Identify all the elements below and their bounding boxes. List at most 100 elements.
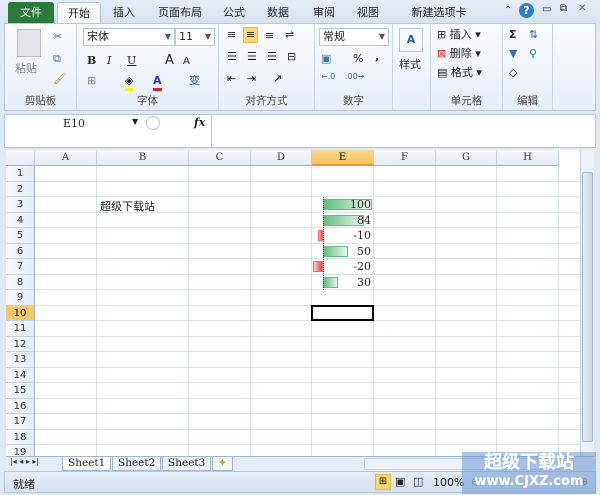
align-left-icon[interactable]: ☰	[227, 50, 237, 64]
name-box-dropdown-icon[interactable]: ▼	[132, 117, 138, 126]
increase-indent-icon[interactable]: ⇥	[247, 72, 256, 86]
row-header-6[interactable]: 6	[6, 243, 35, 259]
vertical-scrollbar[interactable]	[580, 150, 594, 456]
cell-E7[interactable]: -20	[313, 260, 371, 273]
phonetic-icon[interactable]: 变	[189, 74, 200, 88]
column-header-D[interactable]: D	[251, 150, 312, 166]
number-format-select[interactable]: 常规 ▼	[319, 28, 389, 46]
row-header-19[interactable]: 19	[6, 445, 35, 456]
restore-icon[interactable]: ⧉	[560, 3, 567, 14]
minimize-icon[interactable]: ▭	[542, 4, 551, 15]
increase-decimal-icon[interactable]: ←.0	[321, 70, 335, 84]
tab-review[interactable]: 审阅	[306, 2, 342, 24]
row-header-3[interactable]: 3	[6, 197, 35, 213]
row-header-10[interactable]: 10	[6, 305, 35, 321]
name-box[interactable]: E10	[4, 115, 144, 133]
underline-button[interactable]: U	[127, 54, 136, 68]
styles-button[interactable]: 样式	[399, 58, 421, 72]
column-header-B[interactable]: B	[97, 150, 189, 166]
cell-E6[interactable]: 50	[313, 245, 371, 258]
minimize-ribbon-icon[interactable]: ⌃	[504, 5, 512, 16]
formula-input[interactable]	[215, 117, 585, 145]
cell-E4[interactable]: 84	[313, 214, 371, 227]
row-header-11[interactable]: 11	[6, 321, 35, 337]
find-icon[interactable]: ⚲	[529, 47, 537, 61]
row-header-17[interactable]: 17	[6, 414, 35, 430]
wrap-text-icon[interactable]: ⇌	[285, 28, 294, 42]
align-right-icon[interactable]: ☰	[267, 50, 277, 64]
fill-icon[interactable]: ▼	[509, 47, 517, 61]
column-header-A[interactable]: A	[35, 150, 97, 166]
row-header-1[interactable]: 1	[6, 166, 35, 182]
column-header-F[interactable]: F	[374, 150, 436, 166]
sheet-tab-sheet3[interactable]: Sheet3	[162, 457, 212, 471]
tab-view[interactable]: 视图	[350, 2, 386, 24]
insert-cells-button[interactable]: ⊞ 插入 ▾	[437, 28, 481, 42]
format-painter-icon[interactable]: 🖌	[53, 72, 67, 86]
cell-E8[interactable]: 30	[313, 276, 371, 289]
sheet-tab-sheet2[interactable]: Sheet2	[112, 457, 162, 471]
italic-button[interactable]: I	[107, 54, 111, 68]
orientation-icon[interactable]: ↗	[273, 72, 282, 86]
shrink-font-icon[interactable]: A	[183, 55, 190, 69]
help-icon[interactable]: ?	[519, 3, 534, 18]
row-header-8[interactable]: 8	[6, 274, 35, 290]
merge-icon[interactable]: ⊟	[287, 50, 296, 64]
sort-filter-icon[interactable]: ⇅	[529, 28, 538, 42]
tab-new[interactable]: 新建选项卡	[396, 2, 482, 24]
decrease-indent-icon[interactable]: ⇤	[227, 72, 236, 86]
row-header-16[interactable]: 16	[6, 398, 35, 414]
tab-formulas[interactable]: 公式	[216, 2, 252, 24]
tab-file[interactable]: 文件	[8, 2, 54, 24]
grow-font-icon[interactable]: A	[165, 54, 174, 68]
clear-icon[interactable]: ◇	[509, 66, 517, 80]
expand-icon[interactable]	[146, 116, 160, 130]
font-size-select[interactable]: 11 ▼	[175, 28, 215, 46]
column-header-H[interactable]: H	[497, 150, 559, 166]
cell-E5[interactable]: -10	[313, 229, 371, 242]
selected-cell[interactable]	[311, 304, 374, 321]
insert-sheet-button[interactable]: ✦	[212, 457, 233, 471]
cell-E3[interactable]: 100	[313, 198, 371, 211]
tab-data[interactable]: 数据	[260, 2, 296, 24]
tab-insert[interactable]: 插入	[106, 2, 142, 24]
border-icon[interactable]: ⊞	[87, 74, 96, 88]
copy-icon[interactable]: ⧉	[53, 52, 61, 66]
styles-icon[interactable]: A	[399, 28, 423, 52]
decrease-decimal-icon[interactable]: .00→	[345, 70, 364, 84]
fill-color-icon[interactable]: ◈	[125, 74, 134, 91]
worksheet-grid[interactable]: A B C D E F G H 1 2 3 4 5 6 7 8 9 10 11 12 13 14 15 16 17 18 19 超级下…	[6, 150, 580, 456]
font-name-select[interactable]: 宋体 ▼	[83, 28, 175, 46]
row-header-2[interactable]: 2	[6, 181, 35, 197]
row-header-9[interactable]: 9	[6, 290, 35, 306]
row-header-15[interactable]: 15	[6, 383, 35, 399]
delete-cells-button[interactable]: ⊠ 删除 ▾	[437, 47, 481, 61]
sheet-tab-sheet1[interactable]: Sheet1	[62, 457, 112, 471]
align-bottom-icon[interactable]: ≡	[265, 29, 274, 43]
row-header-4[interactable]: 4	[6, 212, 35, 228]
bold-button[interactable]: B	[87, 54, 96, 68]
align-center-icon[interactable]: ☰	[247, 50, 257, 64]
font-color-icon[interactable]: A	[153, 74, 162, 91]
paste-icon[interactable]	[17, 29, 41, 57]
scrollbar-thumb[interactable]	[582, 172, 593, 442]
column-header-C[interactable]: C	[189, 150, 251, 166]
column-header-E[interactable]: E	[312, 150, 374, 166]
sheet-nav-icons[interactable]: |◂ ◂ ▸ ▸|	[10, 457, 39, 466]
percent-button[interactable]: %	[353, 52, 363, 66]
align-middle-icon[interactable]: ≡	[243, 27, 259, 43]
zoom-level[interactable]: 100%	[433, 476, 464, 489]
column-header-G[interactable]: G	[436, 150, 497, 166]
normal-view-icon[interactable]: ⊞	[375, 474, 391, 490]
row-header-5[interactable]: 5	[6, 228, 35, 244]
row-header-14[interactable]: 14	[6, 367, 35, 383]
autosum-button[interactable]: Σ	[509, 28, 517, 42]
cut-icon[interactable]: ✂	[53, 30, 62, 44]
format-cells-button[interactable]: ▤ 格式 ▾	[437, 66, 482, 80]
insert-function-button[interactable]: fx	[194, 116, 205, 129]
close-icon[interactable]: ✕	[578, 3, 586, 14]
select-all-button[interactable]	[6, 150, 35, 166]
tab-page-layout[interactable]: 页面布局	[150, 2, 210, 24]
tab-home[interactable]: 开始	[57, 2, 101, 24]
page-break-view-icon[interactable]: ◫	[413, 475, 423, 488]
